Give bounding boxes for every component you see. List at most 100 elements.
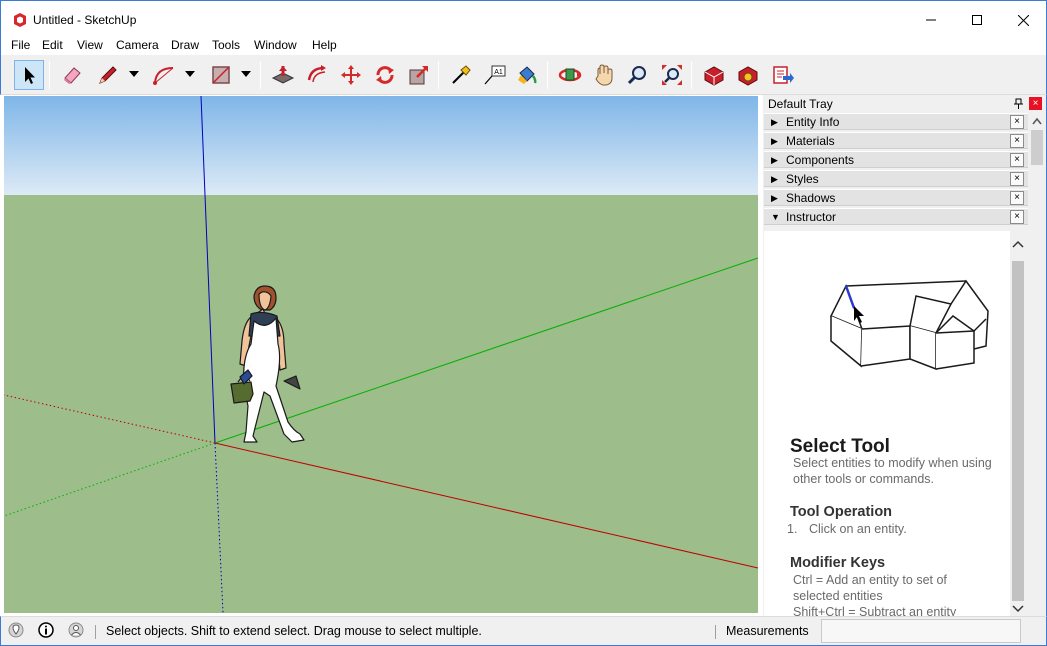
maximize-icon	[972, 15, 982, 25]
panel-close-button[interactable]: ×	[1010, 172, 1024, 186]
rotate-tool-button[interactable]	[370, 60, 400, 90]
scale-tool-button[interactable]	[404, 60, 434, 90]
default-tray: Default Tray × ▶ Entity Info × ▶ Materia…	[763, 95, 1047, 616]
panel-styles[interactable]: ▶ Styles ×	[764, 170, 1028, 187]
status-separator	[715, 625, 716, 639]
move-icon	[341, 65, 361, 85]
rectangle-tool-button[interactable]	[206, 60, 236, 90]
rectangle-icon	[212, 66, 230, 84]
menu-edit[interactable]: Edit	[42, 38, 63, 53]
panel-label: Components	[786, 153, 855, 167]
menu-camera[interactable]: Camera	[116, 38, 159, 53]
panel-close-button[interactable]: ×	[1010, 191, 1024, 205]
tray-close-button[interactable]: ×	[1029, 97, 1042, 110]
status-separator	[95, 625, 96, 639]
modeling-viewport[interactable]	[4, 96, 758, 613]
modifier-line: Shift+Ctrl = Subtract an entity	[793, 605, 957, 616]
rectangle-dropdown-icon[interactable]	[240, 69, 252, 79]
close-icon	[1017, 14, 1029, 26]
extension-warehouse-button[interactable]	[733, 60, 763, 90]
zoom-extents-icon	[662, 65, 682, 85]
tool-operation-heading: Tool Operation	[790, 504, 893, 520]
maximize-button[interactable]	[954, 1, 1000, 39]
scroll-up-icon[interactable]	[1012, 240, 1024, 248]
panel-close-button[interactable]: ×	[1010, 153, 1024, 167]
zoom-tool-button[interactable]	[623, 60, 653, 90]
pan-tool-button[interactable]	[589, 60, 619, 90]
ground	[4, 195, 758, 613]
instructor-scrollbar[interactable]	[1010, 231, 1026, 616]
expand-arrow-icon: ▶	[771, 136, 778, 146]
scale-icon	[409, 66, 428, 85]
menu-draw[interactable]: Draw	[171, 38, 199, 53]
zoom-extents-tool-button[interactable]	[657, 60, 687, 90]
sky	[4, 96, 758, 195]
credits-icon[interactable]	[38, 622, 54, 638]
eraser-tool-button[interactable]	[57, 60, 87, 90]
measurements-label: Measurements	[726, 624, 809, 638]
orbit-icon	[558, 68, 582, 82]
panel-shadows[interactable]: ▶ Shadows ×	[764, 189, 1028, 206]
user-account-icon[interactable]	[68, 622, 84, 638]
pencil-tool-button[interactable]	[93, 60, 123, 90]
window-title: Untitled - SketchUp	[33, 13, 137, 27]
geolocation-icon[interactable]	[8, 622, 24, 638]
menu-window[interactable]: Window	[254, 38, 297, 53]
menu-help[interactable]: Help	[312, 38, 337, 53]
paint-bucket-icon	[518, 66, 537, 84]
step-number: 1.	[787, 522, 798, 536]
menu-tools[interactable]: Tools	[212, 38, 240, 53]
pencil-dropdown-icon[interactable]	[128, 69, 140, 79]
text-tool-button[interactable]: A1	[480, 60, 510, 90]
instructor-scroll-thumb[interactable]	[1012, 261, 1024, 601]
panel-close-button[interactable]: ×	[1010, 210, 1024, 224]
panel-close-button[interactable]: ×	[1010, 115, 1024, 129]
step-text: Click on an entity.	[809, 522, 907, 536]
tray-title: Default Tray	[768, 97, 833, 111]
scroll-up-icon[interactable]	[1032, 117, 1042, 125]
instructor-content: Select Tool Select entities to modify wh…	[764, 231, 1010, 616]
panel-label: Shadows	[786, 191, 836, 205]
panel-label: Instructor	[786, 210, 837, 224]
select-tool-button[interactable]	[14, 60, 44, 90]
panel-label: Entity Info	[786, 115, 840, 129]
measurements-input[interactable]	[821, 619, 1021, 643]
push-pull-tool-button[interactable]	[268, 60, 298, 90]
push-pull-icon	[271, 66, 295, 84]
getting-started-toolbar: A1	[0, 55, 1047, 95]
tape-measure-tool-button[interactable]	[446, 60, 476, 90]
menu-bar: File Edit View Camera Draw Tools Window …	[0, 38, 1047, 55]
select-tool-illustration	[829, 279, 989, 371]
modifier-keys-heading: Modifier Keys	[790, 555, 886, 571]
panel-entity-info[interactable]: ▶ Entity Info ×	[764, 113, 1028, 130]
pan-icon	[595, 64, 613, 86]
pin-icon[interactable]	[1013, 98, 1024, 109]
menu-view[interactable]: View	[77, 38, 103, 53]
tray-scrollbar[interactable]	[1030, 113, 1044, 612]
arc-tool-button[interactable]	[149, 60, 179, 90]
status-message: Select objects. Shift to extend select. …	[106, 624, 482, 638]
svg-text:A1: A1	[494, 69, 503, 76]
panel-close-button[interactable]: ×	[1010, 134, 1024, 148]
expand-arrow-icon: ▶	[771, 155, 778, 165]
tray-scroll-thumb[interactable]	[1031, 130, 1043, 165]
paint-bucket-tool-button[interactable]	[512, 60, 542, 90]
scroll-down-icon[interactable]	[1012, 605, 1024, 613]
panel-label: Styles	[786, 172, 819, 186]
3d-warehouse-button[interactable]	[699, 60, 729, 90]
panel-instructor[interactable]: ▼ Instructor ×	[764, 208, 1028, 225]
panel-components[interactable]: ▶ Components ×	[764, 151, 1028, 168]
menu-file[interactable]: File	[11, 38, 30, 53]
arc-dropdown-icon[interactable]	[184, 69, 196, 79]
status-bar: Select objects. Shift to extend select. …	[0, 616, 1047, 646]
offset-tool-button[interactable]	[302, 60, 332, 90]
move-tool-button[interactable]	[336, 60, 366, 90]
tool-operation-step: 1. Click on an entity.	[787, 522, 907, 536]
toolbar-separator	[691, 61, 692, 89]
close-button[interactable]	[1000, 1, 1046, 39]
panel-materials[interactable]: ▶ Materials ×	[764, 132, 1028, 149]
minimize-button[interactable]	[908, 1, 954, 39]
orbit-tool-button[interactable]	[555, 60, 585, 90]
instructor-description: Select entities to modify when using oth…	[793, 456, 992, 486]
send-to-layout-button[interactable]	[768, 60, 798, 90]
